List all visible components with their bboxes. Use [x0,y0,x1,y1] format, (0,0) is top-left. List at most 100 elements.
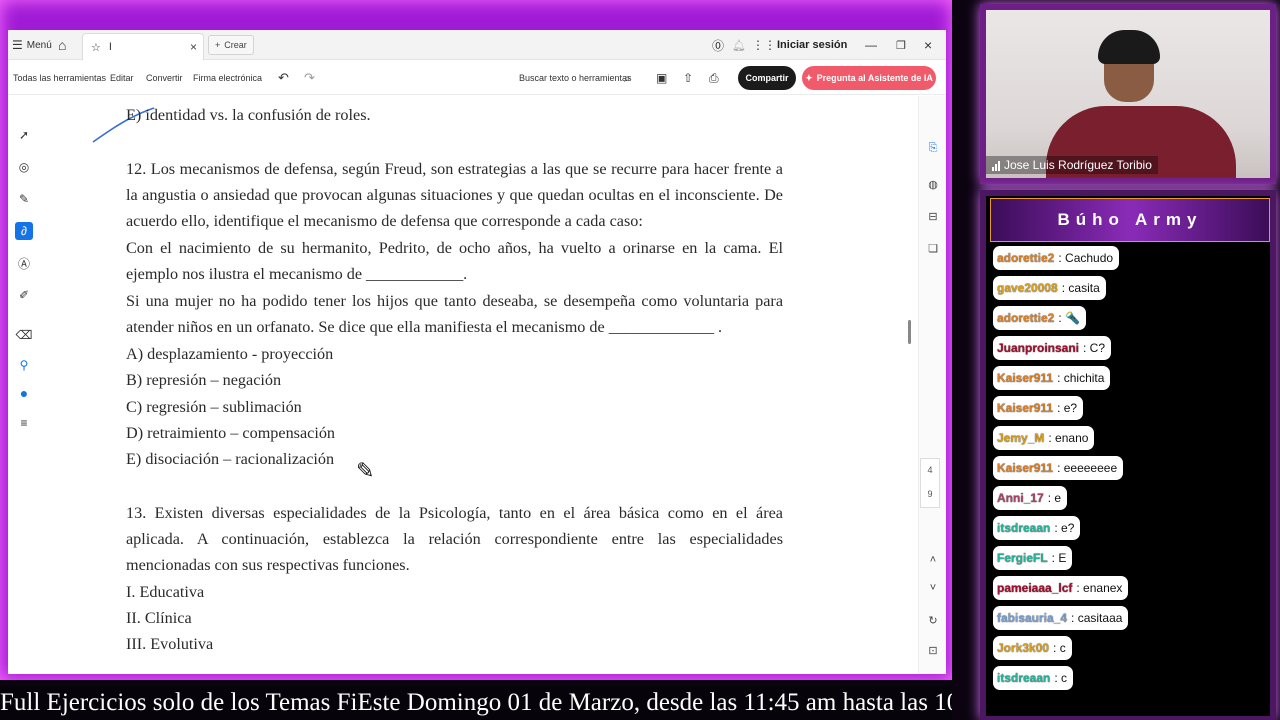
pen-icon[interactable]: ✎ [15,190,33,208]
chat-username[interactable]: Kaiser911 [997,371,1053,385]
ticker-bar: Full Ejercicios solo de los Temas FiEste… [0,686,952,720]
bookmark-icon[interactable]: ⊟ [925,208,941,224]
pin-icon[interactable]: ⚲ [15,356,33,374]
page-fit-icon[interactable]: ⊡ [925,642,941,658]
text-box-icon[interactable]: Ⓐ [15,254,33,272]
print-icon[interactable]: ⎙ [709,61,719,95]
convert-menu[interactable]: Convertir [146,61,183,95]
all-tools-menu[interactable]: Todas las herramientas [13,61,106,95]
rotate-icon[interactable]: ↻ [925,612,941,628]
option-d: D) retraimiento – compensación [126,424,336,442]
chat-message: adorettie2 : 🔦 [993,306,1086,330]
cursor-icon[interactable]: ➚ [15,126,33,144]
chat-username[interactable]: pameiaaa_lcf [997,581,1072,595]
more-tools-icon[interactable]: ≡ [15,414,33,432]
plus-icon: + [215,40,221,50]
star-icon[interactable]: ☆ [91,41,101,54]
esign-menu[interactable]: Firma electrónica [193,61,262,95]
chat-text: : e [1047,491,1062,505]
undo-icon[interactable]: ↶ [278,61,289,95]
option-e: E) disociación – racionalización [126,450,335,468]
doc-line: Si una mujer no ha podido tener los hijo… [126,292,783,310]
chat-username[interactable]: Juanproinsani [997,341,1079,355]
pdf-viewer-window: ☰ Menú ⌂ ☆ I × + Crear ⓪ 🔔︎ ⋮⋮ Iniciar s… [8,30,946,674]
webcam-feed: Jose Luis Rodríguez Toribio [986,10,1270,178]
chat-username[interactable]: Jork3k00 [997,641,1049,655]
doc-line: aplicada. A continuación, establezca la … [126,530,783,548]
signin-button[interactable]: Iniciar sesión [777,30,847,60]
zoom-icon[interactable]: ⊕ [925,670,941,675]
chat-message: Anni_17: e [993,486,1068,510]
doc-line: II. Clínica [126,609,192,627]
upload-icon[interactable]: ⇧ [683,61,693,95]
chat-username[interactable]: itsdreaan [997,521,1050,535]
edit-menu[interactable]: Editar [110,61,134,95]
close-window-icon[interactable]: × [924,30,932,60]
chat-username[interactable]: adorettie2 [997,251,1054,265]
chat-text: : Cachudo [1058,251,1114,265]
chat-username[interactable]: Kaiser911 [997,461,1053,475]
menu-button[interactable]: ☰ Menú [12,30,52,60]
comment-icon[interactable]: ◎ [15,158,33,176]
chat-username[interactable]: adorettie2 [997,311,1054,325]
new-tab-button[interactable]: + Crear [208,35,254,55]
doc-line: III. Evolutiva [126,635,214,653]
tab-document[interactable]: ☆ I × [82,33,204,60]
menu-label: Menú [26,39,52,51]
doc-line: 13. Existen diversas especialidades de l… [126,504,783,522]
chat-text: : 🔦 [1058,311,1080,325]
sparkle-icon: ✦ [805,72,813,83]
chat-username[interactable]: gave20008 [997,281,1058,295]
tab-title: I [108,41,112,53]
left-tool-rail: ➚ ◎ ✎ ∂ Ⓐ ✐ ⌫ ⚲ ● ≡ [12,108,36,448]
pages-icon[interactable]: ❏ [925,240,941,256]
redo-icon[interactable]: ↷ [304,61,315,95]
chat-message: adorettie2 : Cachudo [993,246,1120,270]
current-page: 4 [927,465,933,475]
share-button[interactable]: Compartir [738,66,796,90]
bell-icon[interactable]: 🔔︎ [732,30,746,60]
chat-text: : e? [1057,401,1078,415]
chat-text: : chichita [1057,371,1105,385]
home-icon[interactable]: ⌂ [58,30,66,60]
chat-text: : enanex [1076,581,1123,595]
search-icon[interactable]: ⌕ [624,61,631,95]
doc-line: ejemplo nos ilustra el mecanismo de ____… [126,265,468,283]
chevron-up-icon[interactable]: ˄ [925,552,941,568]
right-tool-rail: ⎘ ◍ ⊟ ❏ ˄ ˅ ↻ ⊡ ⊕ [918,96,946,674]
chat-username[interactable]: Anni_17 [997,491,1044,505]
chevron-down-icon[interactable]: ˅ [925,580,941,596]
highlight-icon[interactable]: ✐ [15,286,33,304]
chat-username[interactable]: fabisauria_4 [997,611,1067,625]
presenter-name: Jose Luis Rodríguez Toribio [1004,158,1152,172]
chat-username[interactable]: Kaiser911 [997,401,1053,415]
doc-line: atender niños en un orfanato. Se dice qu… [126,318,723,336]
chat-message: FergieFL: E [993,546,1073,570]
chat-title: Búho Army [990,198,1270,242]
maximize-icon[interactable]: ❐ [896,30,906,60]
comments-panel-icon[interactable]: ◍ [925,176,941,192]
chat-username[interactable]: itsdreaan [997,671,1050,685]
doc-line: 12. Los mecanismos de defensa, según Fre… [126,160,783,178]
chat-username[interactable]: Jemy_M [997,431,1044,445]
eraser-icon[interactable]: ⌫ [15,326,33,344]
scrollbar-thumb[interactable] [908,320,911,344]
hamburger-icon: ☰ [12,38,23,52]
page-indicator[interactable]: 4 9 [920,458,940,508]
chat-text: : E [1051,551,1067,565]
chat-text: : c [1054,671,1068,685]
ai-doc-icon[interactable]: ⎘ [925,140,941,156]
color-dot-icon[interactable]: ● [15,384,33,402]
ai-assistant-button[interactable]: ✦ Pregunta al Asistente de IA [802,66,936,90]
help-icon[interactable]: ⓪ [712,30,724,60]
minimize-icon[interactable]: — [865,30,877,60]
draw-icon[interactable]: ∂ [15,222,33,240]
search-tools-input[interactable]: Buscar texto o herramientas [519,61,632,95]
chat-message: Jemy_M: enano [993,426,1095,450]
ai-assistant-label: Pregunta al Asistente de IA [816,73,933,83]
chat-username[interactable]: FergieFL [997,551,1048,565]
chat-text: : C? [1083,341,1106,355]
apps-grid-icon[interactable]: ⋮⋮ [752,30,776,60]
close-tab-icon[interactable]: × [190,40,197,54]
save-icon[interactable]: ▣ [656,61,667,95]
